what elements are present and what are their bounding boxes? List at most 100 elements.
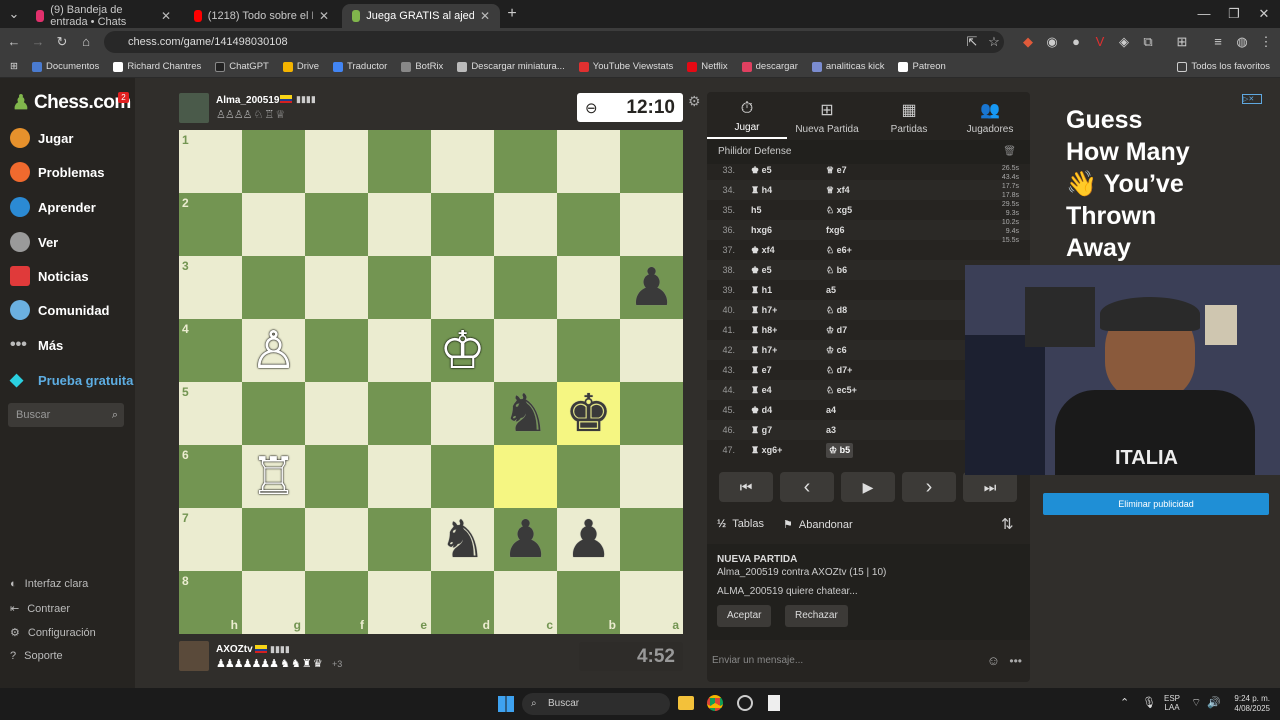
microphone-icon[interactable]: 🎙 xyxy=(1142,696,1156,709)
windows-start-icon[interactable] xyxy=(498,696,514,712)
board-square[interactable] xyxy=(305,193,368,256)
board-square[interactable] xyxy=(242,508,305,571)
maximize-icon[interactable]: ❐ xyxy=(1226,6,1242,22)
close-tab-icon[interactable]: ✕ xyxy=(161,9,171,23)
board-square[interactable] xyxy=(557,193,620,256)
board-square[interactable] xyxy=(557,319,620,382)
home-icon[interactable]: ⌂ xyxy=(78,34,94,50)
black-move[interactable]: ♘ b6 xyxy=(826,265,901,276)
board-square[interactable]: 8h xyxy=(179,571,242,634)
board-square[interactable]: ♞ xyxy=(431,508,494,571)
tab-nueva-partida[interactable]: ⊞ Nueva Partida xyxy=(787,100,867,135)
volume-icon[interactable]: 🔊 xyxy=(1207,696,1221,709)
extensions-puzzle-icon[interactable]: ⧉ xyxy=(1140,34,1156,50)
king-black-piece[interactable]: ♚ xyxy=(565,388,612,440)
ad-banner[interactable]: Guess How Many 👋 You’ve Thrown Away ▷✕ xyxy=(1052,92,1280,272)
nav-mas[interactable]: ••• Más xyxy=(10,331,63,359)
draw-button[interactable]: ½ Tablas xyxy=(717,518,764,530)
black-move[interactable]: a3 xyxy=(826,425,901,435)
nav-premium[interactable]: ◆ Prueba gratuita xyxy=(10,366,133,394)
white-move[interactable]: ♜ h4 xyxy=(751,185,826,196)
bookmark-item[interactable]: Patreon xyxy=(898,61,946,72)
board-square[interactable] xyxy=(620,445,683,508)
board-square[interactable]: 4 xyxy=(179,319,242,382)
board-square[interactable] xyxy=(305,508,368,571)
clock[interactable]: 9:24 p. m. 4/08/2025 xyxy=(1226,694,1270,714)
chess-board[interactable]: 1 2 3 ♟ 4 ♙ ♔ 5 ♞ ♚ 6 ♖ 7 ♞ ♟ ♟ 8 h g f e d c b a xyxy=(179,130,683,634)
board-square[interactable] xyxy=(305,445,368,508)
reading-list-icon[interactable]: ≡ xyxy=(1210,34,1226,50)
knight-black-piece[interactable]: ♞ xyxy=(439,514,486,566)
board-square[interactable] xyxy=(494,319,557,382)
board-settings-gear-icon[interactable]: ⚙ xyxy=(688,93,701,110)
reload-icon[interactable]: ↻ xyxy=(54,34,70,50)
bookmark-item[interactable]: Netflix xyxy=(687,61,728,72)
board-square[interactable]: 1 xyxy=(179,130,242,193)
bookmark-item[interactable]: ChatGPT xyxy=(215,61,269,72)
bookmark-item[interactable]: Descargar miniatura... xyxy=(457,61,565,72)
board-square[interactable]: 6 xyxy=(179,445,242,508)
board-square[interactable]: ♔ xyxy=(431,319,494,382)
board-square[interactable] xyxy=(242,382,305,445)
board-square[interactable] xyxy=(368,445,431,508)
last-move-button[interactable]: ⏭ xyxy=(963,472,1017,502)
board-square[interactable]: b xyxy=(557,571,620,634)
board-square[interactable] xyxy=(242,130,305,193)
top-player-avatar[interactable] xyxy=(179,93,209,123)
board-square[interactable] xyxy=(620,319,683,382)
wifi-icon[interactable]: ⌔ xyxy=(1191,696,1201,710)
board-square[interactable]: ♟ xyxy=(494,508,557,571)
apps-grid-icon[interactable]: ⊞ xyxy=(10,61,18,72)
file-explorer-icon[interactable] xyxy=(678,696,694,710)
emoji-icon[interactable]: ☺ xyxy=(987,648,1000,674)
url-input[interactable]: chess.com/game/141498030108 xyxy=(104,31,1004,53)
board-square[interactable] xyxy=(305,130,368,193)
chess-logo[interactable]: ♟ Chess.com xyxy=(12,90,131,115)
white-move[interactable]: h5 xyxy=(751,205,826,215)
board-square[interactable] xyxy=(368,256,431,319)
support-button[interactable]: ? Soporte xyxy=(10,650,63,662)
bookmark-item[interactable]: Drive xyxy=(282,61,319,72)
extension-icon[interactable]: ◈ xyxy=(1116,34,1132,50)
board-square[interactable] xyxy=(242,193,305,256)
board-square[interactable]: c xyxy=(494,571,557,634)
bookmark-item[interactable]: Documentos xyxy=(31,61,99,72)
black-move[interactable]: ♘ d8 xyxy=(826,305,901,316)
black-move[interactable]: ♘ d7+ xyxy=(826,365,901,376)
board-square[interactable] xyxy=(557,445,620,508)
bottom-player-avatar[interactable] xyxy=(179,641,209,671)
board-square[interactable] xyxy=(431,445,494,508)
bottom-player-name[interactable]: AXOZtv xyxy=(216,644,253,655)
prev-move-button[interactable]: ‹ xyxy=(780,472,834,502)
top-player-name[interactable]: Alma_200519 xyxy=(216,95,279,106)
bookmark-star-icon[interactable]: ☆ xyxy=(986,34,1002,50)
bookmark-item[interactable]: Traductor xyxy=(333,61,387,72)
more-dots-icon[interactable]: ••• xyxy=(1009,648,1022,674)
chat-input[interactable]: Enviar un mensaje... ☺ ••• xyxy=(707,648,1030,674)
white-move[interactable]: ♜ e7 xyxy=(751,365,826,376)
nav-ver[interactable]: Ver xyxy=(10,228,58,256)
white-move[interactable]: ♜ h8+ xyxy=(751,325,826,336)
board-square[interactable]: g xyxy=(242,571,305,634)
board-square[interactable] xyxy=(494,445,557,508)
install-app-icon[interactable]: ⇱ xyxy=(964,34,980,50)
close-window-icon[interactable]: ✕ xyxy=(1256,6,1272,22)
tab-list-icon[interactable]: ⌄ xyxy=(6,6,22,22)
board-square[interactable]: ♚ xyxy=(557,382,620,445)
new-tab-icon[interactable]: + xyxy=(504,6,520,22)
black-move[interactable]: fxg6 xyxy=(826,225,901,235)
board-square[interactable] xyxy=(494,256,557,319)
board-square[interactable] xyxy=(431,256,494,319)
black-move[interactable]: a4 xyxy=(826,405,901,415)
black-move[interactable]: ♘ ec5+ xyxy=(826,385,901,396)
collapse-button[interactable]: ⇤ Contraer xyxy=(10,602,70,616)
tab-jugadores[interactable]: 👥 Jugadores xyxy=(950,100,1030,135)
white-move[interactable]: ♜ h7+ xyxy=(751,305,826,316)
close-tab-icon[interactable]: ✕ xyxy=(319,9,329,23)
board-square[interactable]: 3 xyxy=(179,256,242,319)
ad-choices-icon[interactable]: ▷✕ xyxy=(1242,94,1262,104)
black-move[interactable]: a5 xyxy=(826,285,901,295)
pawn-black-piece[interactable]: ♟ xyxy=(502,514,549,566)
board-square[interactable]: ♟ xyxy=(620,256,683,319)
board-square[interactable]: a xyxy=(620,571,683,634)
